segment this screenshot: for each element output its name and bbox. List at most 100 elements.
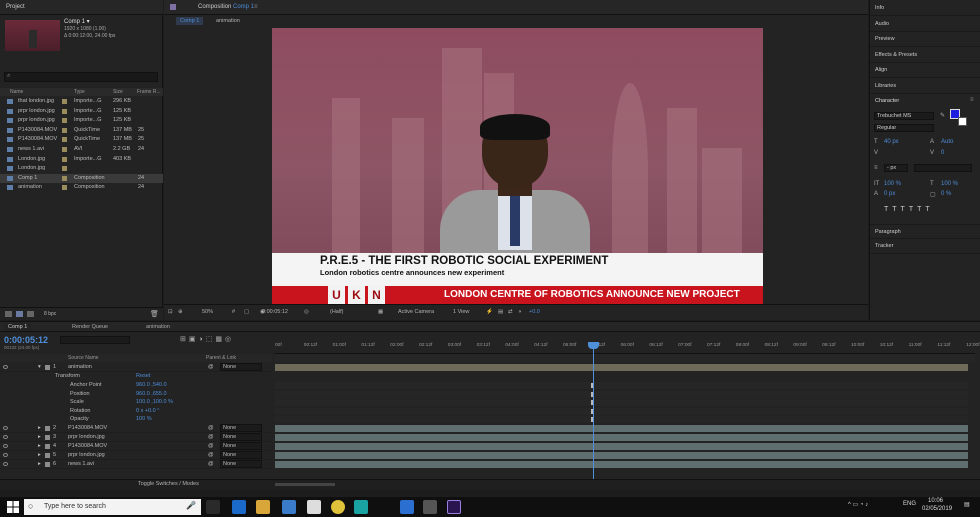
keyframe-track[interactable]: [275, 399, 968, 407]
label-color-swatch[interactable]: [62, 127, 67, 133]
file-explorer-icon[interactable]: [256, 500, 270, 514]
timeline-search-input[interactable]: [60, 336, 130, 344]
expand-arrow-icon[interactable]: ▸: [38, 443, 41, 449]
keyframe-track[interactable]: [275, 416, 968, 424]
tracking-value[interactable]: 0: [941, 150, 944, 156]
label-color-swatch[interactable]: [45, 453, 50, 458]
side-panel-tab[interactable]: Libraries: [870, 79, 980, 94]
work-area-bar[interactable]: [275, 354, 975, 362]
taskbar-search-input[interactable]: ○ Type here to search 🎤: [24, 499, 201, 515]
project-item[interactable]: news 1.avi AVI 2.2 GB 24: [0, 145, 163, 154]
mail-icon[interactable]: [307, 500, 321, 514]
layer-row[interactable]: ▸ 4 P1430084.MOV @ None: [0, 442, 272, 451]
label-color-swatch[interactable]: [62, 185, 67, 191]
property-value[interactable]: 0 x +0.0 °: [136, 408, 159, 414]
eye-icon[interactable]: [3, 444, 8, 448]
current-timecode[interactable]: 0:00:05:12: [4, 335, 48, 345]
layer-name[interactable]: prpr london.jpg: [68, 452, 105, 458]
label-color-swatch[interactable]: [62, 156, 67, 162]
eye-icon[interactable]: [3, 453, 8, 457]
interpret-footage-icon[interactable]: [5, 311, 12, 317]
parent-select[interactable]: None: [220, 451, 262, 459]
col-size[interactable]: Size: [113, 89, 123, 95]
layer-name[interactable]: prpr london.jpg: [68, 434, 105, 440]
project-item[interactable]: London.jpg: [0, 164, 163, 173]
side-panel-tab[interactable]: Align: [870, 63, 980, 79]
edge-icon[interactable]: [232, 500, 246, 514]
label-color-swatch[interactable]: [62, 118, 67, 124]
layer-row[interactable]: ▾ 1 animation @ None: [0, 363, 272, 372]
project-item[interactable]: animation Composition 24: [0, 183, 163, 192]
transform-reset[interactable]: Reset: [136, 373, 150, 379]
language-indicator[interactable]: ENG: [903, 501, 916, 507]
parent-select[interactable]: None: [220, 433, 262, 441]
expand-arrow-icon[interactable]: ▸: [38, 452, 41, 458]
label-color-swatch[interactable]: [62, 166, 67, 172]
crumb-comp1[interactable]: Comp 1: [176, 17, 204, 25]
project-item[interactable]: Comp 1 Composition 24: [0, 173, 163, 183]
font-family-select[interactable]: Trebuchet MS: [874, 112, 934, 120]
store-icon[interactable]: [282, 500, 296, 514]
side-panel-tab[interactable]: Effects & Presets: [870, 48, 980, 63]
leading-value[interactable]: Auto: [941, 139, 953, 145]
layer-row[interactable]: ▸ 5 prpr london.jpg @ None: [0, 451, 272, 460]
label-color-swatch[interactable]: [45, 444, 50, 449]
selected-item-name[interactable]: Comp 1 ▾: [64, 18, 90, 25]
playhead-handle[interactable]: [588, 342, 599, 349]
tray-icons[interactable]: ^ ▭ ◔ ♪: [848, 501, 868, 508]
tracker-panel[interactable]: Tracker: [870, 239, 980, 254]
layer-duration-bar[interactable]: [275, 425, 968, 432]
layer-name[interactable]: P1430084.MOV: [68, 425, 107, 431]
layer-row[interactable]: ▸ 3 prpr london.jpg @ None: [0, 433, 272, 442]
text-style-buttons[interactable]: TTTTTT: [884, 206, 934, 213]
col-name[interactable]: Name: [10, 89, 23, 95]
layer-name[interactable]: P1430084.MOV: [68, 443, 107, 449]
expand-arrow-icon[interactable]: ▸: [38, 461, 41, 467]
tsume-value[interactable]: 0 %: [941, 191, 951, 197]
layer-duration-bar[interactable]: [275, 364, 968, 371]
project-tab[interactable]: Project: [0, 0, 163, 15]
keyframe-track[interactable]: [275, 407, 968, 415]
channel-icon[interactable]: ◎: [304, 309, 309, 315]
resolution-select[interactable]: (Half): [330, 309, 343, 315]
timeline-icon[interactable]: ▤: [498, 309, 503, 315]
eye-icon[interactable]: [3, 435, 8, 439]
app-icon[interactable]: [400, 500, 414, 514]
font-style-select[interactable]: Regular: [874, 124, 934, 132]
transparency-grid-icon[interactable]: ▦: [378, 309, 383, 315]
property-value[interactable]: 100 %: [136, 416, 152, 422]
layer-row[interactable]: ▸ 6 news 1.avi @ None: [0, 460, 272, 469]
mask-visibility-icon[interactable]: ⊕: [178, 309, 183, 315]
expand-arrow-icon[interactable]: ▸: [38, 425, 41, 431]
project-search-input[interactable]: ⌕: [4, 72, 158, 82]
tab-animation[interactable]: animation: [142, 323, 174, 331]
side-panel-tab[interactable]: Audio: [870, 17, 980, 32]
camera-select[interactable]: Active Camera: [398, 309, 434, 315]
pickwhip-icon[interactable]: @: [208, 434, 214, 440]
crumb-animation[interactable]: animation: [212, 17, 244, 25]
exposure-value[interactable]: +0.0: [529, 309, 540, 315]
label-color-swatch[interactable]: [62, 99, 67, 104]
bpc-label[interactable]: 8 bpc: [44, 311, 56, 317]
project-item[interactable]: P1430084.MOV QuickTime 137 MB 25: [0, 135, 163, 144]
timeline-switch-icons[interactable]: ⊞▣◑⬚▦◎: [180, 335, 234, 343]
parent-select[interactable]: None: [220, 424, 262, 432]
exposure-icon[interactable]: ◑: [518, 309, 521, 315]
region-icon[interactable]: ▢: [244, 309, 249, 315]
after-effects-icon[interactable]: [447, 500, 461, 514]
property-value[interactable]: 960.0 ,540.0: [136, 382, 167, 388]
clock-date[interactable]: 02/05/2019: [922, 506, 952, 512]
layer-duration-bar[interactable]: [275, 434, 968, 441]
col-parent[interactable]: Parent & Link: [206, 355, 236, 361]
pickwhip-icon[interactable]: @: [208, 425, 214, 431]
composition-tab[interactable]: Composition Comp 1 ≡: [164, 0, 868, 15]
label-color-swatch[interactable]: [62, 147, 67, 152]
layer-duration-bar[interactable]: [275, 443, 968, 450]
stroke-mode-select[interactable]: [914, 164, 972, 172]
app-icon[interactable]: [354, 500, 368, 514]
clock-time[interactable]: 10:06: [928, 498, 943, 504]
tab-comp1[interactable]: Comp 1: [4, 323, 32, 331]
side-panel-tab[interactable]: Preview: [870, 32, 980, 48]
expand-arrow-icon[interactable]: ▾: [38, 364, 41, 370]
stroke-color-swatch[interactable]: [958, 117, 967, 126]
